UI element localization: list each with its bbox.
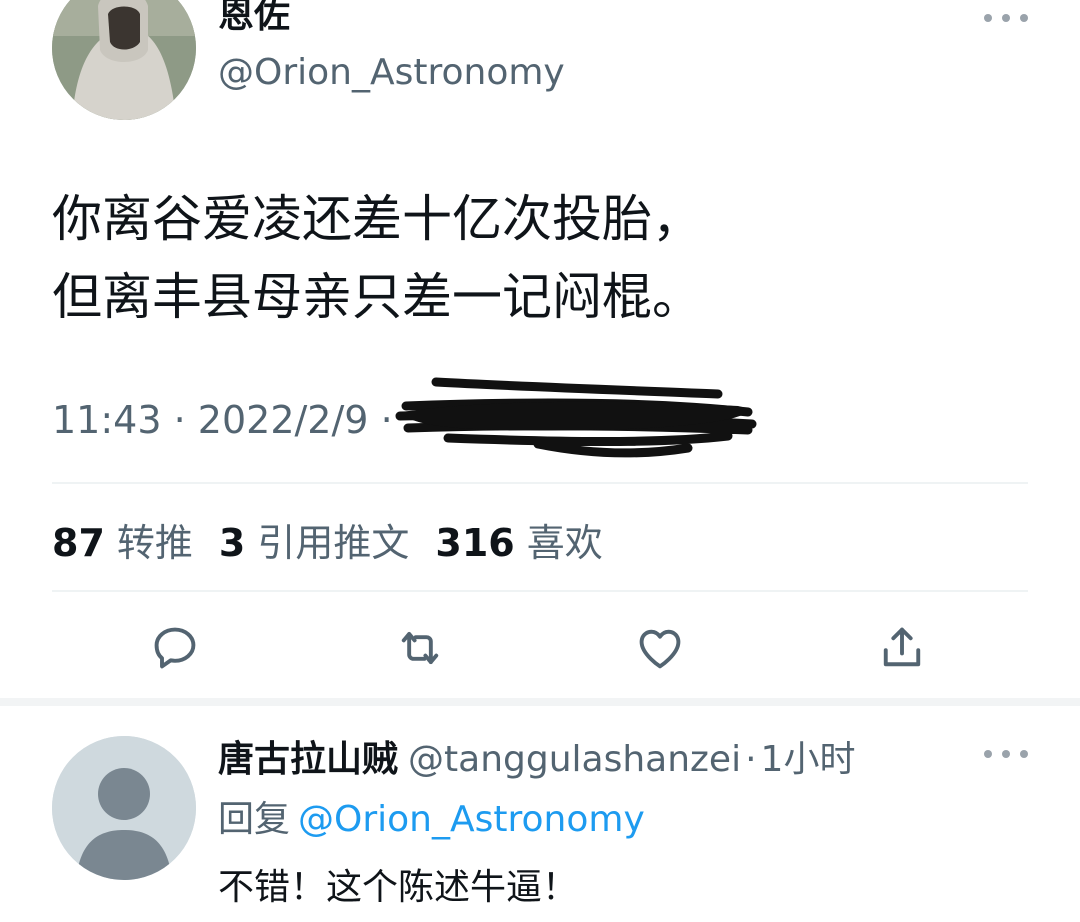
reply-handle[interactable]: @tanggulashanzei: [408, 739, 741, 780]
retweet-button[interactable]: [390, 618, 450, 678]
quote-count[interactable]: 3 引用推文: [219, 512, 409, 567]
more-options-icon[interactable]: [984, 8, 1028, 28]
tweet-date[interactable]: 2022/2/9: [198, 398, 369, 442]
divider-top: [52, 482, 1028, 484]
reply-icon: [154, 627, 196, 669]
section-separator: [0, 698, 1080, 706]
avatar[interactable]: [52, 0, 196, 120]
replying-to-label: 回复: [218, 799, 291, 840]
retweet-count[interactable]: 87 转推: [52, 512, 193, 567]
redaction-scribble: [395, 377, 757, 458]
share-button[interactable]: [872, 618, 932, 678]
handle[interactable]: @Orion_Astronomy: [218, 52, 565, 93]
reply-header: 唐古拉山贼 @tanggulashanzei · 1小时: [218, 730, 855, 782]
tweet-time[interactable]: 11:43: [52, 398, 162, 442]
reply-separator: ·: [745, 739, 757, 780]
like-count-number: 316: [435, 521, 515, 565]
default-avatar-icon: [52, 736, 196, 880]
reply-more-options-icon[interactable]: [984, 744, 1028, 764]
reply-button[interactable]: [145, 618, 205, 678]
share-icon: [883, 627, 921, 667]
replying-to: 回复 @Orion_Astronomy: [218, 790, 645, 842]
replying-to-handle-link[interactable]: @Orion_Astronomy: [298, 799, 645, 840]
retweet-count-number: 87: [52, 521, 105, 565]
retweet-icon: [401, 631, 439, 665]
display-name[interactable]: 恩佐: [218, 0, 290, 37]
reply-text: 不错！这个陈述牛逼！: [218, 867, 579, 908]
like-count[interactable]: 316 喜欢: [435, 512, 602, 567]
like-count-label: 喜欢: [526, 521, 603, 565]
quote-count-number: 3: [218, 521, 246, 565]
meta-separator: ·: [173, 398, 186, 442]
like-button[interactable]: [630, 618, 690, 678]
quote-count-label: 引用推文: [257, 521, 410, 565]
tweet-meta: 11:43 · 2022/2/9 ·: [52, 398, 393, 442]
tweet-stats: 87 转推 3 引用推文 316 喜欢: [52, 512, 603, 567]
like-icon: [639, 629, 681, 669]
tweet-text: 你离谷爱凌还差十亿次投胎， 但离丰县母亲只差一记闷棍。: [52, 190, 702, 326]
divider-middle: [52, 590, 1028, 592]
reply-display-name[interactable]: 唐古拉山贼: [218, 739, 398, 780]
reply-time[interactable]: 1小时: [761, 739, 856, 780]
reply-avatar[interactable]: [52, 736, 196, 880]
retweet-count-label: 转推: [116, 521, 193, 565]
avatar-photo: [52, 0, 196, 120]
